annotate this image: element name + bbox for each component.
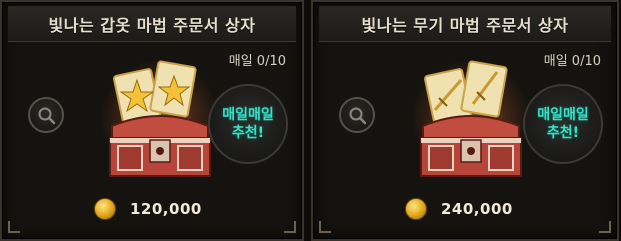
price-row: 120,000 bbox=[94, 197, 202, 221]
price-value: 240,000 bbox=[441, 200, 513, 218]
corner-ornament bbox=[599, 221, 611, 233]
card-title: 빛나는 무기 마법 주문서 상자 bbox=[361, 15, 569, 35]
gold-coin-icon bbox=[94, 198, 116, 220]
daily-purchase-limit: 매일 0/10 bbox=[543, 54, 601, 69]
treasure-chest-image bbox=[401, 54, 541, 184]
recommend-text-line1: 매일매일 bbox=[537, 107, 589, 123]
preview-button[interactable] bbox=[339, 97, 375, 133]
card-title-bar: 빛나는 갑옷 마법 주문서 상자 bbox=[8, 6, 296, 42]
recommend-text-line1: 매일매일 bbox=[222, 107, 274, 123]
recommend-text-line2: 추천! bbox=[546, 125, 580, 141]
daily-purchase-limit: 매일 0/10 bbox=[228, 54, 286, 69]
price-row: 240,000 bbox=[405, 197, 513, 221]
daily-recommend-badge: 매일매일 추천! bbox=[523, 84, 603, 164]
magnifier-icon bbox=[38, 107, 56, 125]
shop-item-card-armor-scroll-box[interactable]: 빛나는 갑옷 마법 주문서 상자 매일 0/10 매일매일 추천! 120,00… bbox=[0, 0, 304, 241]
corner-ornament bbox=[284, 221, 296, 233]
card-title: 빛나는 갑옷 마법 주문서 상자 bbox=[48, 15, 256, 35]
sword-scroll-icon bbox=[423, 60, 508, 124]
price-value: 120,000 bbox=[130, 200, 202, 218]
shop-item-card-weapon-scroll-box[interactable]: 빛나는 무기 마법 주문서 상자 매일 0/10 매일매일 추천! 240,00… bbox=[311, 0, 619, 241]
card-title-bar: 빛나는 무기 마법 주문서 상자 bbox=[319, 6, 611, 42]
corner-ornament bbox=[319, 221, 331, 233]
magnifier-icon bbox=[349, 107, 367, 125]
preview-button[interactable] bbox=[28, 97, 64, 133]
gold-coin-icon bbox=[405, 198, 427, 220]
daily-recommend-badge: 매일매일 추천! bbox=[208, 84, 288, 164]
corner-ornament bbox=[8, 221, 20, 233]
recommend-text-line2: 추천! bbox=[231, 125, 265, 141]
star-scroll-icon bbox=[112, 60, 197, 124]
